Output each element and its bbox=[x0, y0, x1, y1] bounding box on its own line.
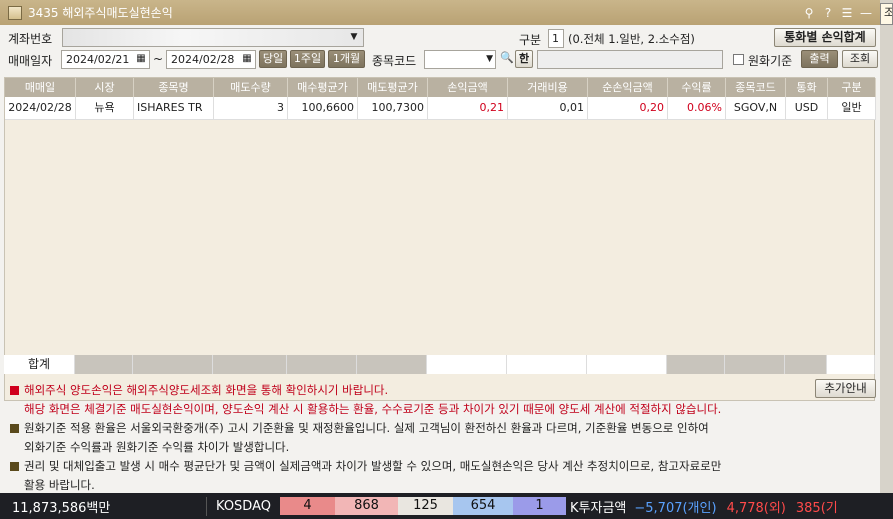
code-name-field bbox=[537, 50, 723, 69]
col-header[interactable]: 매수평균가 bbox=[288, 78, 358, 97]
col-header[interactable]: 수익률 bbox=[668, 78, 726, 97]
type-hint: (0.전체 1.일반, 2.소수점) bbox=[568, 32, 695, 46]
query-button[interactable]: 조회 bbox=[842, 50, 878, 68]
menu-icon[interactable]: ☰ bbox=[841, 6, 853, 20]
cell-trade-date: 2024/02/28 bbox=[5, 97, 76, 120]
calendar-icon[interactable]: ▦ bbox=[239, 51, 255, 68]
col-header[interactable]: 시장 bbox=[76, 78, 134, 97]
krw-basis-checkbox[interactable] bbox=[733, 54, 744, 65]
korean-toggle-button[interactable]: 한 bbox=[515, 50, 533, 68]
col-header[interactable]: 종목명 bbox=[134, 78, 214, 97]
account-label: 계좌번호 bbox=[8, 32, 53, 46]
pin-icon[interactable]: ⚲ bbox=[803, 6, 815, 20]
notice-item: 해외주식 양도손익은 해외주식양도세조회 화면을 통해 확인하시기 바랍니다. … bbox=[10, 381, 810, 419]
breadth-flat: 125 bbox=[398, 497, 453, 515]
bullet-square-icon bbox=[10, 424, 19, 433]
search-icon[interactable]: 🔍 bbox=[500, 51, 514, 64]
col-header[interactable]: 구분 bbox=[828, 78, 876, 97]
cell-net-pnl: 0,20 bbox=[588, 97, 668, 120]
breadth-up: 868 bbox=[335, 497, 398, 515]
date-label: 매매일자 bbox=[8, 54, 53, 68]
currency-total-button[interactable]: 통화별 손익합계 bbox=[774, 28, 876, 47]
market-breadth-bars: 4 868 125 654 1 bbox=[280, 497, 566, 515]
code-select[interactable]: ▼ bbox=[424, 50, 496, 69]
minimize-icon[interactable]: — bbox=[860, 6, 872, 20]
status-bar: 11,873,586백만 KOSDAQ 4 868 125 654 1 K투자금… bbox=[0, 493, 893, 519]
window-titlebar: 3435 해외주식매도실현손익 ⚲ ? ☰ — bbox=[0, 0, 880, 25]
col-header[interactable]: 거래비용 bbox=[508, 78, 588, 97]
balance-amount: 11,873,586백만 bbox=[0, 496, 207, 516]
background-window-fragment: 조 bbox=[880, 3, 893, 25]
bullet-square-icon bbox=[10, 386, 19, 395]
notice-item: 원화기준 적용 환율은 서울외국환중개(주) 고시 기준환율 및 재정환율입니다… bbox=[10, 419, 810, 457]
help-icon[interactable]: ? bbox=[822, 6, 834, 20]
bullet-square-icon bbox=[10, 462, 19, 471]
type-label: 구분 bbox=[519, 33, 542, 47]
one-month-button[interactable]: 1개월 bbox=[328, 50, 365, 68]
cell-cost: 0,01 bbox=[508, 97, 588, 120]
date-tilde: ~ bbox=[153, 52, 164, 66]
individual-amount: −5,707(개인) bbox=[634, 500, 717, 516]
totals-label: 합계 bbox=[4, 355, 75, 374]
today-button[interactable]: 당일 bbox=[259, 50, 287, 68]
breadth-upper-limit: 4 bbox=[280, 497, 335, 515]
breadth-lower-limit: 1 bbox=[513, 497, 566, 515]
app-icon bbox=[8, 5, 22, 20]
print-button[interactable]: 출력 bbox=[801, 50, 838, 68]
cell-type: 일반 bbox=[828, 97, 876, 120]
totals-row: 합계 bbox=[4, 355, 875, 374]
code-label: 종목코드 bbox=[372, 54, 417, 68]
more-info-button[interactable]: 추가안내 bbox=[815, 379, 876, 398]
account-select[interactable]: ▼ bbox=[62, 28, 364, 47]
window-title: 3435 해외주식매도실현손익 bbox=[28, 6, 173, 20]
institution-amount: 385(기 bbox=[795, 500, 838, 516]
market-name[interactable]: KOSDAQ bbox=[207, 499, 280, 514]
results-grid: 매매일 시장 종목명 매도수량 매수평균가 매도평균가 손익금액 거래비용 순손… bbox=[4, 77, 876, 401]
foreign-amount: 4,778(외) bbox=[726, 500, 786, 516]
chevron-down-icon[interactable]: ▼ bbox=[486, 51, 493, 68]
cell-pnl: 0,21 bbox=[428, 97, 508, 120]
cell-currency: USD bbox=[786, 97, 828, 120]
background-window-edge: 조 bbox=[880, 0, 893, 519]
one-week-button[interactable]: 1주일 bbox=[290, 50, 325, 68]
cell-code: SGOV,N bbox=[726, 97, 786, 120]
col-header[interactable]: 종목코드 bbox=[726, 78, 786, 97]
calendar-icon[interactable]: ▦ bbox=[133, 51, 149, 68]
krw-basis-label: 원화기준 bbox=[748, 54, 793, 68]
col-header[interactable]: 매매일 bbox=[5, 78, 76, 97]
cell-return: 0.06% bbox=[668, 97, 726, 120]
table-row[interactable]: 2024/02/28 뉴욕 ISHARES TR 3 100,6600 100,… bbox=[5, 97, 876, 120]
col-header[interactable]: 손익금액 bbox=[428, 78, 508, 97]
col-header[interactable]: 매도평균가 bbox=[358, 78, 428, 97]
cell-market: 뉴욕 bbox=[76, 97, 134, 120]
notice-item: 권리 및 대체입출고 발생 시 매수 평균단가 및 금액이 실제금액과 차이가 … bbox=[10, 457, 810, 495]
col-header[interactable]: 통화 bbox=[786, 78, 828, 97]
breadth-down: 654 bbox=[453, 497, 513, 515]
main-panel: 계좌번호 ▼ 구분 1 (0.전체 1.일반, 2.소수점) 통화별 손익합계 … bbox=[0, 25, 880, 493]
chevron-down-icon[interactable]: ▼ bbox=[347, 29, 361, 46]
cell-buy-avg: 100,6600 bbox=[288, 97, 358, 120]
type-input[interactable]: 1 bbox=[548, 29, 564, 48]
k-invest-label: K투자금액 bbox=[570, 500, 627, 516]
cell-sell-avg: 100,7300 bbox=[358, 97, 428, 120]
cell-stock-name: ISHARES TR bbox=[134, 97, 214, 120]
grid-header: 매매일 시장 종목명 매도수량 매수평균가 매도평균가 손익금액 거래비용 순손… bbox=[5, 78, 876, 97]
col-header[interactable]: 매도수량 bbox=[214, 78, 288, 97]
cell-sell-qty: 3 bbox=[214, 97, 288, 120]
col-header[interactable]: 순손익금액 bbox=[588, 78, 668, 97]
notice-section: 해외주식 양도손익은 해외주식양도세조회 화면을 통해 확인하시기 바랍니다. … bbox=[10, 381, 810, 495]
